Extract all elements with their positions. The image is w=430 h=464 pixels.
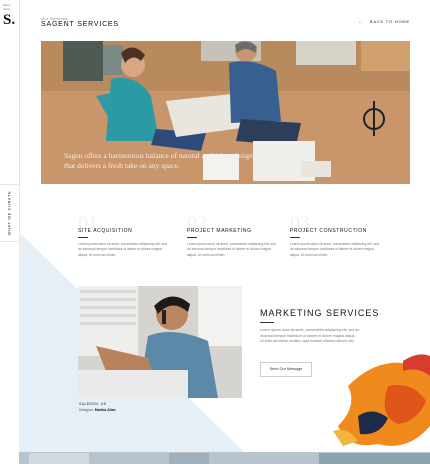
designer-label: Designer, [79,408,94,412]
hero-image: Sagen offers a harmonious balance of nat… [41,41,410,184]
hero-caption: Sagen offers a harmonious balance of nat… [64,151,253,170]
footer-photo-illustration [19,453,430,464]
designer-credit: Designer, Martha Allan [79,408,116,412]
divider [260,322,274,323]
service-title: SITE ACQUISITION [78,228,133,234]
service-site-acquisition: 01 SITE ACQUISITION Lorem ipsum dolor si… [78,212,168,258]
logo[interactable]: S. [3,12,15,29]
back-to-home-link[interactable]: ← BACK TO HOME [358,19,410,25]
page-title: SAGENT SERVICES [41,21,119,28]
menu-label[interactable]: Menu Open [3,3,13,11]
send-message-button[interactable]: Send Our Message [260,362,312,377]
divider [187,237,197,238]
marketing-text: Lorem ipsum dolor sit amet, consectetur … [260,328,360,343]
service-text: Lorem ipsum dolor sit amet, consectetur … [78,242,167,257]
marketing-photo-illustration [78,286,242,398]
paint-splash-decoration [333,354,430,446]
designer-name: Martha Allan [94,408,116,412]
divider [290,237,300,238]
service-project-construction: 03 PROJECT CONSTRUCTION Lorem ipsum dolo… [290,212,380,258]
left-rail: Menu Open S. WHAT WE CURATE [0,0,20,464]
divider [78,237,88,238]
location-label: SALEDEN, UK [79,402,107,406]
marketing-title: MARKETING SERVICES [260,308,380,318]
service-title: PROJECT CONSTRUCTION [290,228,367,234]
back-to-home-label: BACK TO HOME [369,19,410,24]
footer-image-strip [19,452,430,464]
marketing-image [78,286,242,398]
vertical-tab[interactable]: WHAT WE CURATE [0,184,19,242]
service-text: Lorem ipsum dolor sit amet, consectetur … [290,242,379,257]
arrow-left-icon: ← [358,19,364,25]
service-title: PROJECT MARKETING [187,228,252,234]
service-text: Lorem ipsum dolor sit amet, consectetur … [187,242,276,257]
service-project-marketing: 02 PROJECT MARKETING Lorem ipsum dolor s… [187,212,277,258]
vertical-tab-label: WHAT WE CURATE [6,190,12,236]
